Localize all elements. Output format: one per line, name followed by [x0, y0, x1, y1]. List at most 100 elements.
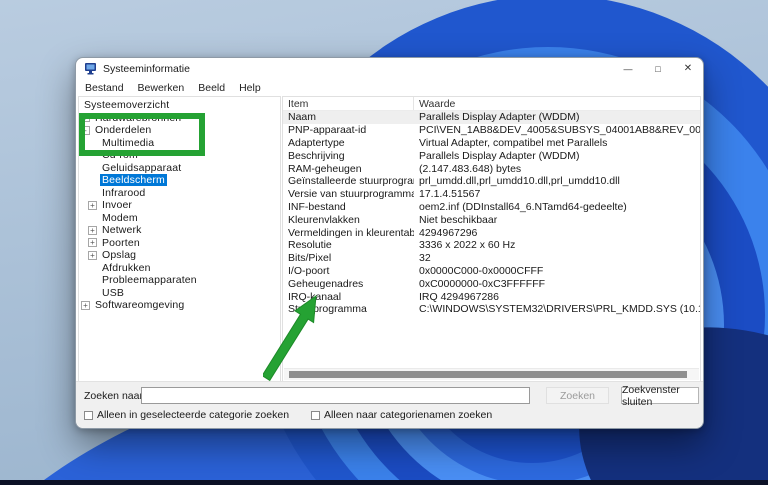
close-button[interactable]: ✕	[673, 58, 703, 79]
tree-item-geluidsapparaat[interactable]: Geluidsapparaat	[79, 162, 280, 175]
tree-item-systeemoverzicht[interactable]: Systeemoverzicht	[79, 99, 280, 112]
tree-item-modem[interactable]: Modem	[79, 212, 280, 225]
search-button[interactable]: Zoeken	[546, 387, 609, 404]
table-row[interactable]: Versie van stuurprogramma 17.1.4.51567	[283, 188, 700, 201]
scrollbar-thumb[interactable]	[289, 371, 687, 378]
table-row[interactable]: Geheugenadres 0xC0000000-0xC3FFFFFF	[283, 277, 700, 290]
tree-item-label: Opslag	[100, 249, 138, 261]
cell-value: Virtual Adapter, compatibel met Parallel…	[414, 137, 700, 149]
cell-item: Beschrijving	[283, 150, 414, 162]
annotation-arrow	[263, 292, 321, 384]
table-row[interactable]: Geïnstalleerde stuurprogramm... prl_umdd…	[283, 175, 700, 188]
table-row[interactable]: Bits/Pixel 32	[283, 252, 700, 265]
tree-item-probleemapparaten[interactable]: Probleemapparaten	[79, 274, 280, 287]
tree-item-softwareomgeving[interactable]: + Softwareomgeving	[79, 299, 280, 312]
cell-value: (2.147.483.648) bytes	[414, 163, 700, 175]
table-row[interactable]: RAM-geheugen (2.147.483.648) bytes	[283, 162, 700, 175]
cell-value: 32	[414, 252, 700, 264]
cell-value: oem2.inf (DDInstall64_6.NTamd64-gedeelte…	[414, 201, 700, 213]
systeminfo-icon	[85, 63, 98, 75]
cell-item: RAM-geheugen	[283, 163, 414, 175]
expand-icon[interactable]: +	[81, 301, 90, 310]
cell-item: INF-bestand	[283, 201, 414, 213]
menu-bar: Bestand Bewerken Beeld Help	[76, 79, 703, 96]
details-table: Item Waarde Naam Parallels Display Adapt…	[282, 96, 701, 382]
main-area: Systeemoverzicht + Hardwarebronnen - Ond…	[76, 96, 703, 382]
title-bar[interactable]: Systeeminformatie — □ ✕	[76, 58, 703, 79]
table-row[interactable]: Vermeldingen in kleurentabel 4294967296	[283, 226, 700, 239]
table-rows: Naam Parallels Display Adapter (WDDM) PN…	[283, 111, 700, 316]
cell-value: 0x0000C000-0x0000CFFF	[414, 265, 700, 277]
minimize-button[interactable]: —	[613, 58, 643, 79]
tree-item-usb[interactable]: USB	[79, 287, 280, 300]
tree-item-label: Afdrukken	[100, 262, 153, 274]
checkbox-selected-category[interactable]: Alleen in geselecteerde categorie zoeken	[84, 409, 289, 421]
tree-item-afdrukken[interactable]: Afdrukken	[79, 262, 280, 275]
expand-icon[interactable]: +	[88, 201, 97, 210]
cell-item: I/O-poort	[283, 265, 414, 277]
expand-icon[interactable]: +	[88, 226, 97, 235]
cell-value: Parallels Display Adapter (WDDM)	[414, 111, 700, 123]
tree-item-beeldscherm[interactable]: Beeldscherm	[79, 174, 280, 187]
checkbox-label: Alleen naar categorienamen zoeken	[324, 409, 492, 421]
cell-item: Naam	[283, 111, 414, 123]
tree-item-infrarood[interactable]: Infrarood	[79, 187, 280, 200]
table-header: Item Waarde	[283, 97, 700, 111]
checkbox-icon[interactable]	[311, 411, 320, 420]
tree-item-label: Softwareomgeving	[93, 299, 186, 311]
column-header-item[interactable]: Item	[283, 97, 414, 110]
table-row[interactable]: Stuurprogramma C:\WINDOWS\SYSTEM32\DRIVE…	[283, 303, 700, 316]
cell-item: Geheugenadres	[283, 278, 414, 290]
tree-item-netwerk[interactable]: + Netwerk	[79, 224, 280, 237]
cell-value: 4294967296	[414, 227, 700, 239]
menu-help[interactable]: Help	[232, 82, 268, 94]
cell-value: 17.1.4.51567	[414, 188, 700, 200]
horizontal-scrollbar[interactable]	[284, 368, 699, 380]
table-row[interactable]: PNP-apparaat-id PCI\VEN_1AB8&DEV_4005&SU…	[283, 124, 700, 137]
cell-value: Niet beschikbaar	[414, 214, 700, 226]
tree-item-label: Poorten	[100, 237, 142, 249]
tree-item-label: Beeldscherm	[100, 174, 167, 186]
menu-bewerken[interactable]: Bewerken	[131, 82, 192, 94]
search-input[interactable]	[141, 387, 530, 404]
tree-item-label: Infrarood	[100, 187, 147, 199]
annotation-highlight-box	[79, 113, 205, 156]
checkbox-label: Alleen in geselecteerde categorie zoeken	[97, 409, 289, 421]
close-search-button[interactable]: Zoekvenster sluiten	[621, 387, 699, 404]
table-row[interactable]: IRQ-kanaal IRQ 4294967286	[283, 290, 700, 303]
table-row[interactable]: I/O-poort 0x0000C000-0x0000CFFF	[283, 265, 700, 278]
cell-value: Parallels Display Adapter (WDDM)	[414, 150, 700, 162]
cell-item: Resolutie	[283, 239, 414, 251]
search-label: Zoeken naar:	[84, 390, 146, 402]
column-header-waarde[interactable]: Waarde	[414, 98, 455, 110]
expand-icon[interactable]: +	[88, 251, 97, 260]
table-row[interactable]: Beschrijving Parallels Display Adapter (…	[283, 149, 700, 162]
tree-item-label: USB	[100, 287, 126, 299]
tree-item-opslag[interactable]: + Opslag	[79, 249, 280, 262]
tree-item-label: Modem	[100, 212, 140, 224]
cell-item: Vermeldingen in kleurentabel	[283, 227, 414, 239]
maximize-button[interactable]: □	[643, 58, 673, 79]
checkbox-category-names[interactable]: Alleen naar categorienamen zoeken	[311, 409, 492, 421]
tree-item-poorten[interactable]: + Poorten	[79, 237, 280, 250]
table-row[interactable]: Adaptertype Virtual Adapter, compatibel …	[283, 137, 700, 150]
window-title: Systeeminformatie	[103, 63, 190, 75]
tree-item-label: Probleemapparaten	[100, 274, 199, 286]
cell-item: Versie van stuurprogramma	[283, 188, 414, 200]
expand-icon[interactable]: +	[88, 238, 97, 247]
table-row[interactable]: INF-bestand oem2.inf (DDInstall64_6.NTam…	[283, 201, 700, 214]
table-row[interactable]: Kleurenvlakken Niet beschikbaar	[283, 213, 700, 226]
table-row[interactable]: Resolutie 3336 x 2022 x 60 Hz	[283, 239, 700, 252]
cell-value: C:\WINDOWS\SYSTEM32\DRIVERS\PRL_KMDD.SYS…	[414, 303, 700, 315]
cell-item: Kleurenvlakken	[283, 214, 414, 226]
category-tree: Systeemoverzicht + Hardwarebronnen - Ond…	[78, 96, 281, 382]
table-row[interactable]: Naam Parallels Display Adapter (WDDM)	[283, 111, 700, 124]
tree-item-invoer[interactable]: + Invoer	[79, 199, 280, 212]
search-panel: Zoeken naar: Zoeken Zoekvenster sluiten …	[76, 381, 703, 428]
checkbox-icon[interactable]	[84, 411, 93, 420]
cell-item: PNP-apparaat-id	[283, 124, 414, 136]
menu-bestand[interactable]: Bestand	[78, 82, 131, 94]
system-information-window: Systeeminformatie — □ ✕ Bestand Bewerken…	[75, 57, 704, 429]
menu-beeld[interactable]: Beeld	[191, 82, 232, 94]
cell-value: 3336 x 2022 x 60 Hz	[414, 239, 700, 251]
